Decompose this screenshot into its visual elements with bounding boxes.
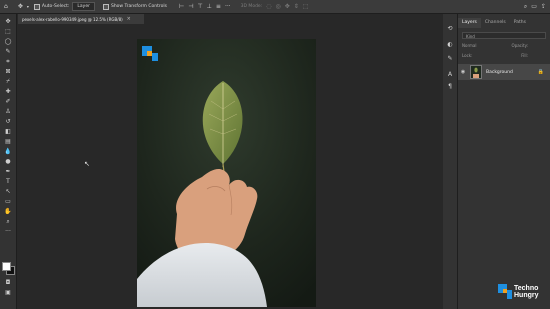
marquee-tool-icon[interactable]: ⬚ bbox=[3, 27, 13, 36]
type-tool-icon[interactable]: T bbox=[3, 177, 13, 186]
lock-label: Lock: bbox=[462, 53, 473, 58]
healing-brush-tool-icon[interactable]: ✚ bbox=[3, 87, 13, 96]
tab-layers[interactable]: Layers bbox=[458, 18, 481, 28]
auto-select-dropdown[interactable]: Layer bbox=[72, 2, 95, 11]
character-icon[interactable]: A bbox=[445, 70, 455, 79]
pen-tool-icon[interactable]: ✒ bbox=[3, 167, 13, 176]
document-title: pexels-alex-rabello-990349.jpeg @ 12.5% … bbox=[22, 16, 123, 22]
auto-select-label: Auto-Select: bbox=[41, 4, 70, 9]
history-icon[interactable]: ⟲ bbox=[445, 24, 455, 33]
clone-stamp-tool-icon[interactable]: ♙ bbox=[3, 107, 13, 116]
show-transform-checkbox[interactable] bbox=[102, 3, 109, 10]
visibility-eye-icon[interactable]: ◉ bbox=[458, 69, 468, 75]
3d-scale-icon[interactable]: ⬚ bbox=[303, 1, 309, 12]
gradient-tool-icon[interactable]: ▤ bbox=[3, 137, 13, 146]
document-tab-bar: pexels-alex-rabello-990349.jpeg @ 12.5% … bbox=[18, 14, 442, 24]
show-transform-label: Show Transform Controls bbox=[110, 4, 167, 9]
tab-paths[interactable]: Paths bbox=[510, 18, 530, 28]
panel-icon-strip: ⟲ ◐ ✎ A ¶ bbox=[443, 14, 458, 309]
shape-tool-icon[interactable]: ▭ bbox=[3, 197, 13, 206]
blend-mode-row: Normal Opacity: bbox=[462, 42, 546, 49]
align-top-icon[interactable]: ⊥ bbox=[207, 1, 212, 12]
leaf-hand-photo bbox=[137, 39, 316, 307]
fill-label: Fill: bbox=[521, 53, 528, 58]
blur-tool-icon[interactable]: 💧 bbox=[3, 147, 13, 156]
3d-mode-label: 3D Mode: bbox=[240, 4, 263, 9]
zoom-tool-icon[interactable]: ⌕ bbox=[3, 217, 13, 226]
home-icon[interactable]: ⌂ bbox=[4, 1, 8, 12]
edit-toolbar-icon[interactable]: ··· bbox=[3, 227, 13, 236]
align-left-icon[interactable]: ⊢ bbox=[179, 1, 184, 12]
auto-select-checkbox[interactable] bbox=[33, 3, 40, 10]
tools-panel: ✥ ⬚ ◯ ✎ ⌗ ⊠ ⌿ ✚ ✐ ♙ ↺ ◧ ▤ 💧 ● ✒ T ↖ ▭ ✋ … bbox=[0, 14, 17, 309]
align-right-icon[interactable]: ⊤ bbox=[197, 1, 202, 12]
close-tab-icon[interactable]: × bbox=[127, 16, 131, 22]
document-tab[interactable]: pexels-alex-rabello-990349.jpeg @ 12.5% … bbox=[18, 14, 144, 24]
layer-filter-kind[interactable]: Kind bbox=[462, 32, 546, 39]
3d-rotate-icon[interactable]: ◌ bbox=[266, 1, 271, 12]
brush-settings-icon[interactable]: ✎ bbox=[445, 54, 455, 63]
watermark-line-1: Techno bbox=[514, 284, 539, 292]
align-center-icon[interactable]: ⊣ bbox=[188, 1, 193, 12]
mouse-cursor-icon: ↖ bbox=[84, 160, 90, 168]
paragraph-icon[interactable]: ¶ bbox=[445, 82, 455, 91]
3d-drag-icon[interactable]: ✥ bbox=[285, 1, 290, 12]
techno-hungry-logo-mark bbox=[498, 284, 512, 299]
path-select-tool-icon[interactable]: ↖ bbox=[3, 187, 13, 196]
eraser-tool-icon[interactable]: ◧ bbox=[3, 127, 13, 136]
frame-tool-icon[interactable]: ⊠ bbox=[3, 67, 13, 76]
move-tool-icon[interactable]: ✥ bbox=[18, 1, 23, 12]
document-image[interactable] bbox=[137, 39, 316, 307]
opacity-label: Opacity: bbox=[511, 43, 528, 48]
eyedropper-tool-icon[interactable]: ⌿ bbox=[3, 77, 13, 86]
layer-name: Background bbox=[486, 69, 513, 75]
align-middle-icon[interactable]: ≡ bbox=[216, 1, 221, 12]
lock-row: Lock: Fill: bbox=[462, 52, 546, 59]
share-icon[interactable]: ⇪ bbox=[541, 1, 546, 12]
more-options-icon[interactable]: ··· bbox=[225, 1, 231, 12]
workspace-icon[interactable]: ▭ bbox=[531, 1, 537, 12]
color-swatches[interactable] bbox=[2, 262, 15, 275]
tab-channels[interactable]: Channels bbox=[481, 18, 510, 28]
dodge-tool-icon[interactable]: ● bbox=[3, 157, 13, 166]
panel-tabs: Layers Channels Paths bbox=[458, 18, 550, 28]
tool-preset-dropdown-icon[interactable]: ▾ bbox=[27, 1, 29, 12]
lasso-tool-icon[interactable]: ◯ bbox=[3, 37, 13, 46]
quick-mask-icon[interactable]: ◘ bbox=[3, 278, 13, 287]
foreground-color-swatch[interactable] bbox=[2, 262, 11, 271]
crop-tool-icon[interactable]: ⌗ bbox=[3, 57, 13, 66]
layer-row-background[interactable]: ◉ Background 🔒 bbox=[458, 64, 550, 80]
3d-slide-icon[interactable]: ⇕ bbox=[294, 1, 299, 12]
layers-panel: Layers Channels Paths Kind Normal Opacit… bbox=[458, 14, 550, 309]
watermark-line-2: Hungry bbox=[514, 291, 539, 299]
history-brush-tool-icon[interactable]: ↺ bbox=[3, 117, 13, 126]
search-icon[interactable]: ⌕ bbox=[524, 1, 527, 12]
move-tool-icon[interactable]: ✥ bbox=[3, 17, 13, 26]
options-bar: ⌂ ✥ ▾ Auto-Select: Layer Show Transform … bbox=[0, 0, 550, 14]
quick-select-tool-icon[interactable]: ✎ bbox=[3, 47, 13, 56]
3d-roll-icon[interactable]: ◎ bbox=[275, 1, 280, 12]
layer-lock-icon[interactable]: 🔒 bbox=[538, 69, 544, 75]
screen-mode-icon[interactable]: ▣ bbox=[3, 288, 13, 297]
layer-thumbnail bbox=[470, 65, 482, 79]
blend-mode-dropdown[interactable]: Normal bbox=[462, 43, 476, 48]
hand-tool-icon[interactable]: ✋ bbox=[3, 207, 13, 216]
techno-hungry-logo: Techno Hungry bbox=[498, 284, 539, 299]
brush-tool-icon[interactable]: ✐ bbox=[3, 97, 13, 106]
adjustments-icon[interactable]: ◐ bbox=[445, 40, 455, 49]
